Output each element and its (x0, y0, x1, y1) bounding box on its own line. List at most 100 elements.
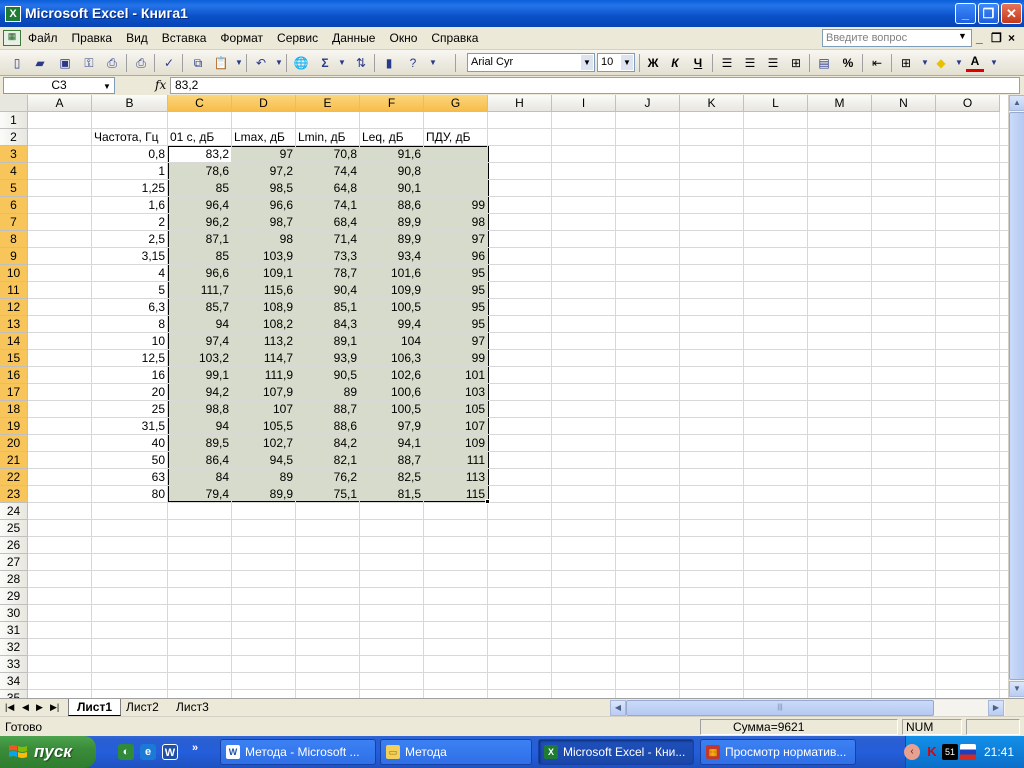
select-all-corner[interactable] (0, 95, 28, 112)
taskbar-button-folder[interactable]: ▭ Метода (380, 739, 532, 765)
data-cell[interactable]: 114,7 (232, 350, 295, 367)
chevron-down-icon[interactable]: ▼ (581, 55, 593, 70)
data-cell[interactable]: 90,8 (360, 163, 423, 180)
column-header[interactable]: L (744, 95, 808, 112)
data-cell[interactable]: 99,4 (360, 316, 423, 333)
data-cell[interactable]: 78,6 (168, 163, 231, 180)
row-header[interactable]: 9 (0, 248, 28, 265)
column-header[interactable]: C (168, 95, 232, 112)
data-cell[interactable]: 87,1 (168, 231, 231, 248)
data-cell[interactable]: 93,9 (296, 350, 359, 367)
help-search-input[interactable]: Введите вопрос (822, 29, 972, 47)
row-header[interactable]: 27 (0, 554, 28, 571)
header-cell[interactable]: 01 с, дБ (168, 129, 232, 146)
row-header[interactable]: 29 (0, 588, 28, 605)
undo-icon[interactable]: ↶ (252, 54, 270, 72)
data-cell[interactable]: 68,4 (296, 214, 359, 231)
data-cell[interactable]: 76,2 (296, 469, 359, 486)
menu-item-8[interactable]: Справка (431, 31, 478, 45)
data-cell[interactable]: 83,2 (168, 146, 231, 163)
data-cell[interactable]: 1 (92, 163, 167, 180)
data-cell[interactable]: 96,6 (232, 197, 295, 214)
data-cell[interactable]: 88,7 (360, 452, 423, 469)
row-header[interactable]: 21 (0, 452, 28, 469)
horizontal-scrollbar[interactable]: ◀ ||| ▶ (610, 700, 1005, 716)
data-cell[interactable]: 99 (424, 197, 487, 214)
start-button[interactable]: пуск (0, 736, 96, 768)
menu-item-1[interactable]: Правка (72, 31, 113, 45)
data-cell[interactable]: 64,8 (296, 180, 359, 197)
data-cell[interactable]: 105,5 (232, 418, 295, 435)
doc-minimize-button[interactable]: _ (976, 31, 983, 45)
data-cell[interactable]: 71,4 (296, 231, 359, 248)
underline-icon[interactable]: Ч (689, 54, 707, 72)
data-cell[interactable]: 109 (424, 435, 487, 452)
data-cell[interactable]: 95 (424, 282, 487, 299)
scroll-right-icon[interactable]: ▶ (988, 700, 1004, 716)
data-cell[interactable]: 79,4 (168, 486, 231, 503)
taskbar-button-word[interactable]: W Метода - Microsoft ... (220, 739, 376, 765)
data-cell[interactable]: 97,9 (360, 418, 423, 435)
data-cell[interactable]: 90,5 (296, 367, 359, 384)
print-preview-icon[interactable]: ⎙ (103, 54, 121, 72)
autosum-icon[interactable]: Σ (316, 54, 334, 72)
data-cell[interactable]: 107,9 (232, 384, 295, 401)
data-cell[interactable]: 74,1 (296, 197, 359, 214)
data-cell[interactable]: 100,5 (360, 401, 423, 418)
data-cell[interactable]: 102,6 (360, 367, 423, 384)
header-cell[interactable]: Lmax, дБ (232, 129, 296, 146)
data-cell[interactable]: 4 (92, 265, 167, 282)
save-icon[interactable]: ▣ (56, 54, 74, 72)
data-cell[interactable]: 89,9 (360, 231, 423, 248)
menu-item-3[interactable]: Вставка (162, 31, 207, 45)
row-header[interactable]: 22 (0, 469, 28, 486)
data-cell[interactable]: 97,2 (232, 163, 295, 180)
row-header[interactable]: 32 (0, 639, 28, 656)
data-cell[interactable]: 89,9 (232, 486, 295, 503)
data-cell[interactable]: 97 (424, 333, 487, 350)
data-cell[interactable]: 89,5 (168, 435, 231, 452)
data-cell[interactable]: 94,2 (168, 384, 231, 401)
column-header[interactable]: K (680, 95, 744, 112)
data-cell[interactable]: 95 (424, 316, 487, 333)
data-cell[interactable]: 85,7 (168, 299, 231, 316)
row-header[interactable]: 23 (0, 486, 28, 503)
data-cell[interactable]: 99 (424, 350, 487, 367)
scroll-up-icon[interactable]: ▲ (1009, 95, 1024, 111)
data-cell[interactable]: 2,5 (92, 231, 167, 248)
data-cell[interactable]: 94,5 (232, 452, 295, 469)
data-cell[interactable]: 70,8 (296, 146, 359, 163)
row-header[interactable]: 6 (0, 197, 28, 214)
data-cell[interactable]: 99,1 (168, 367, 231, 384)
insert-function-icon[interactable]: fx (155, 78, 166, 92)
percent-icon[interactable]: % (839, 54, 857, 72)
data-cell[interactable]: 82,5 (360, 469, 423, 486)
currency-icon[interactable]: ▤ (815, 54, 833, 72)
data-cell[interactable]: 115,6 (232, 282, 295, 299)
data-cell[interactable]: 16 (92, 367, 167, 384)
row-header[interactable]: 8 (0, 231, 28, 248)
data-cell[interactable]: 103,2 (168, 350, 231, 367)
data-cell[interactable]: 1,25 (92, 180, 167, 197)
data-cell[interactable]: 103,9 (232, 248, 295, 265)
italic-icon[interactable]: К (666, 54, 684, 72)
chevron-down-icon[interactable]: ▼ (333, 54, 351, 72)
data-cell[interactable]: 103 (424, 384, 487, 401)
column-header[interactable]: H (488, 95, 552, 112)
data-cell[interactable]: 95 (424, 265, 487, 282)
column-header[interactable]: J (616, 95, 680, 112)
scroll-left-icon[interactable]: ◀ (610, 700, 626, 716)
new-file-icon[interactable]: ▯ (8, 54, 26, 72)
row-header[interactable]: 15 (0, 350, 28, 367)
column-header[interactable]: A (28, 95, 92, 112)
spelling-icon[interactable]: ✓ (160, 54, 178, 72)
word-icon[interactable]: W (162, 744, 178, 760)
more-quicklaunch-icon[interactable]: » (187, 740, 203, 756)
data-cell[interactable]: 40 (92, 435, 167, 452)
data-cell[interactable]: 93,4 (360, 248, 423, 265)
chevron-down-icon[interactable]: ▼ (985, 54, 1003, 72)
header-cell[interactable]: Leq, дБ (360, 129, 424, 146)
prev-sheet-icon[interactable]: ◀ (22, 702, 29, 713)
sheet-tab-3[interactable]: Лист3 (168, 699, 217, 716)
column-header[interactable]: N (872, 95, 936, 112)
